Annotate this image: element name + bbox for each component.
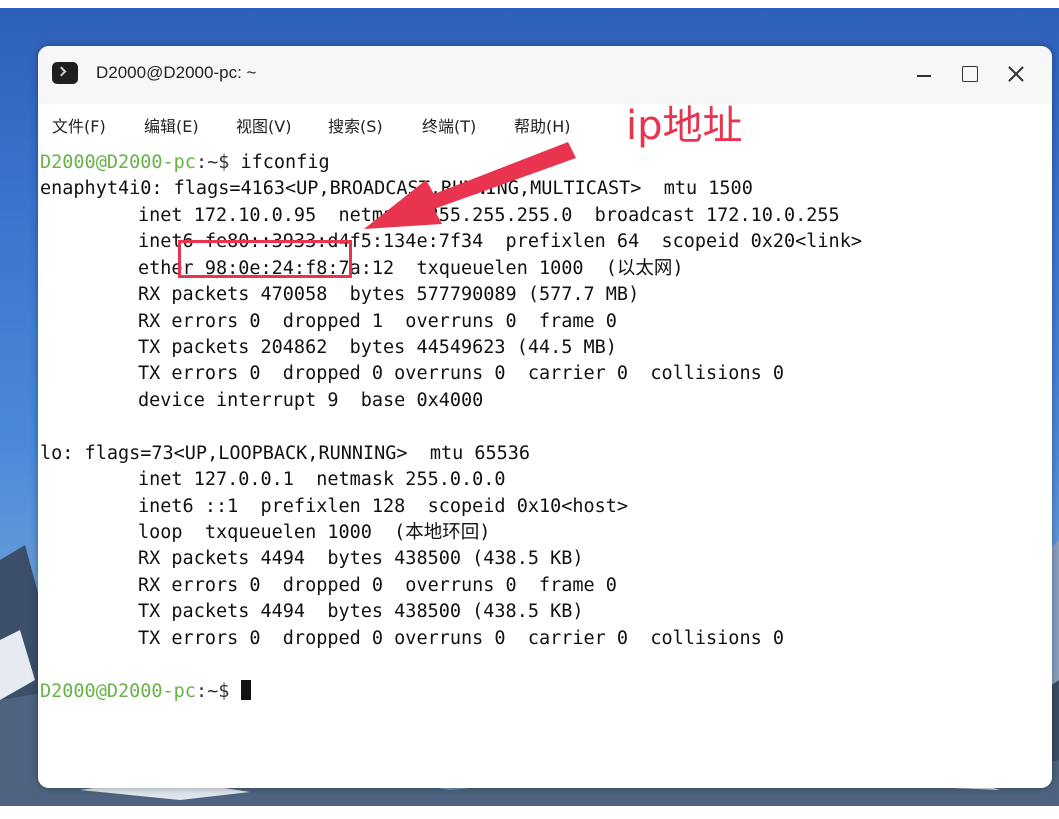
image-border-top [0,0,1059,8]
terminal-app-icon [52,62,78,84]
output-line: inet 127.0.0.1 netmask 255.0.0.0 [138,469,506,490]
ip-address-annotation-label: ip地址 [626,103,743,149]
minimize-button[interactable] [904,58,944,90]
command-line: D2000@D2000-pc:~$ ifconfig [40,150,330,176]
prompt-user: D2000@D2000-pc [40,681,196,702]
output-line: loop txqueuelen 1000 (本地环回) [138,522,491,543]
text-cursor [240,680,251,700]
terminal-window[interactable]: D2000@D2000-pc: ~ 文件(F) 编辑(E) 视图(V) 搜索(S… [38,46,1052,788]
output-line: TX errors 0 dropped 0 overruns 0 carrier… [138,628,785,649]
output-line: RX errors 0 dropped 0 overruns 0 frame 0 [138,575,617,596]
prompt-user: D2000@D2000-pc [40,152,196,173]
final-prompt-line[interactable]: D2000@D2000-pc:~$ [40,679,251,705]
command-text: ifconfig [240,152,330,173]
menu-file[interactable]: 文件(F) [52,116,106,138]
ip-highlight-box [178,240,352,278]
close-button[interactable] [996,58,1036,90]
output-line: inet6 ::1 prefixlen 128 scopeid 0x10<hos… [138,496,629,517]
menu-edit[interactable]: 编辑(E) [144,116,199,138]
menu-terminal[interactable]: 终端(T) [422,116,476,138]
output-line: TX errors 0 dropped 0 overruns 0 carrier… [138,363,785,384]
menu-view[interactable]: 视图(V) [236,116,291,138]
window-title: D2000@D2000-pc: ~ [96,63,257,82]
output-line: RX packets 470058 bytes 577790089 (577.7… [138,284,640,305]
output-line: lo: flags=73<UP,LOOPBACK,RUNNING> mtu 65… [40,443,531,464]
maximize-button[interactable] [950,58,990,90]
output-line: RX packets 4494 bytes 438500 (438.5 KB) [138,548,584,569]
menu-help[interactable]: 帮助(H) [514,116,571,138]
output-line: device interrupt 9 base 0x4000 [138,390,484,411]
prompt-path: :~$ [195,152,241,173]
menu-bar: 文件(F) 编辑(E) 视图(V) 搜索(S) 终端(T) 帮助(H) ip地址 [38,103,1052,149]
output-line: enaphyt4i0: flags=4163<UP,BROADCAST,RUNN… [40,178,753,199]
output-line-inet: inet 172.10.0.95 netmask 255.255.255.0 b… [138,205,840,226]
menu-search[interactable]: 搜索(S) [328,116,383,138]
prompt-path: :~$ [195,681,241,702]
output-line: TX packets 4494 bytes 438500 (438.5 KB) [138,601,584,622]
title-bar[interactable]: D2000@D2000-pc: ~ [38,46,1052,104]
output-line: RX errors 0 dropped 1 overruns 0 frame 0 [138,311,617,332]
output-line: TX packets 204862 bytes 44549623 (44.5 M… [138,337,617,358]
image-border-bottom [0,806,1059,819]
